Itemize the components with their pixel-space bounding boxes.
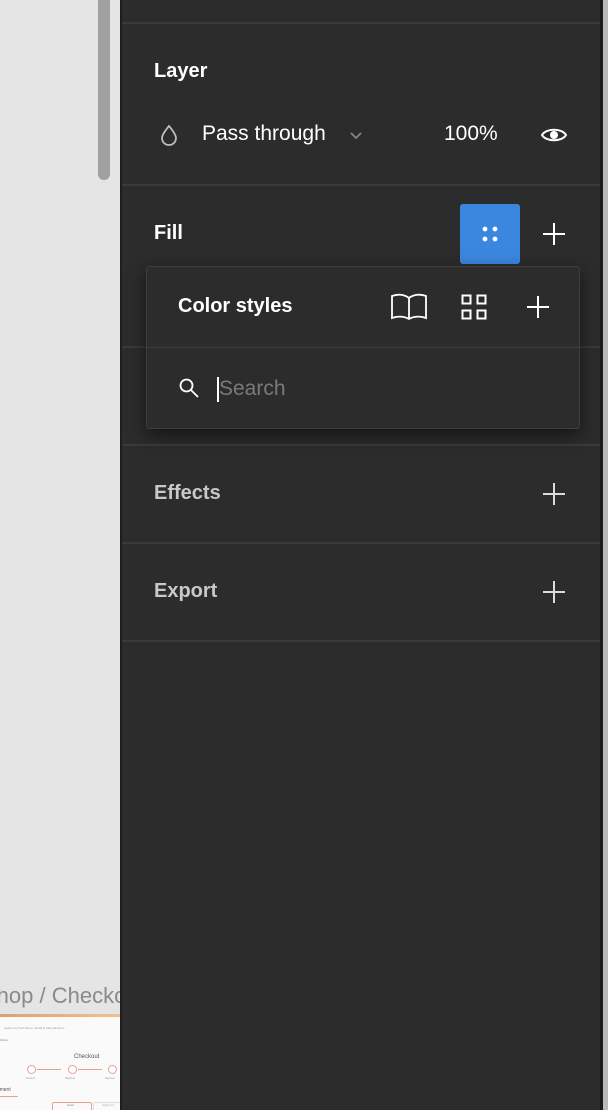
thumbnail-step [68, 1065, 77, 1074]
adjacent-window-strip [603, 0, 608, 1110]
thumbnail-filter: Filters [0, 1038, 9, 1042]
grid-icon[interactable] [461, 294, 487, 320]
color-styles-popover: Color styles [146, 266, 580, 429]
thumbnail-topbar [0, 1014, 120, 1017]
chevron-down-icon[interactable] [349, 131, 363, 141]
canvas-scrollbar[interactable] [98, 0, 110, 180]
thumbnail-apply-button: Apply for [93, 1102, 120, 1110]
thumbnail-step-connector [78, 1069, 102, 1070]
canvas[interactable]: Shop / Checkout Search by Part Name, Ser… [0, 0, 120, 1110]
style-dots-icon [482, 226, 498, 242]
section-divider [122, 444, 600, 446]
thumbnail-step-label: Shipping [65, 1077, 75, 1080]
properties-panel: Layer Pass through 100% Fill Effects Exp… [122, 0, 600, 1110]
style-search-input[interactable] [215, 371, 549, 407]
thumbnail-title: Checkout [74, 1054, 100, 1060]
frame-label[interactable]: Shop / Checkout [0, 983, 120, 1009]
section-divider [122, 542, 600, 544]
search-icon [179, 378, 199, 398]
thumbnail-button-label: Apply for [102, 1103, 114, 1107]
style-picker-button[interactable] [460, 204, 520, 264]
thumbnail-button-label: Card [67, 1103, 74, 1107]
thumbnail-step-label: Payment [105, 1077, 115, 1080]
thumbnail-step [27, 1065, 36, 1074]
frame-thumbnail[interactable]: Search by Part Name, Serial #, Manufactu… [0, 1014, 120, 1110]
thumbnail-step-connector [37, 1069, 61, 1070]
fill-section-title: Fill [154, 222, 183, 244]
thumbnail-search: Search by Part Name, Serial #, Manufactu… [4, 1026, 67, 1030]
book-icon[interactable] [390, 292, 428, 322]
layer-section-title: Layer [154, 60, 208, 82]
thumbnail-section-label: Payment [0, 1087, 11, 1093]
add-export-button[interactable] [540, 578, 568, 606]
create-style-button[interactable] [524, 293, 552, 321]
text-caret [217, 377, 219, 402]
export-section-title: Export [154, 580, 218, 602]
popover-divider [147, 347, 579, 348]
thumbnail-underline [0, 1096, 18, 1097]
thumbnail-step-label: Account [26, 1077, 36, 1080]
section-divider [122, 22, 600, 24]
add-fill-button[interactable] [540, 220, 568, 248]
popover-title: Color styles [178, 295, 293, 317]
section-divider [122, 640, 600, 642]
effects-section-title: Effects [154, 482, 221, 504]
thumbnail-card-button: Card [52, 1102, 92, 1110]
opacity-value[interactable]: 100% [444, 122, 498, 146]
thumbnail-step [108, 1065, 117, 1074]
section-divider [122, 184, 600, 186]
eye-icon[interactable] [540, 125, 568, 145]
blend-mode-dropdown[interactable]: Pass through [202, 122, 326, 146]
add-effect-button[interactable] [540, 480, 568, 508]
drop-icon[interactable] [160, 124, 178, 146]
